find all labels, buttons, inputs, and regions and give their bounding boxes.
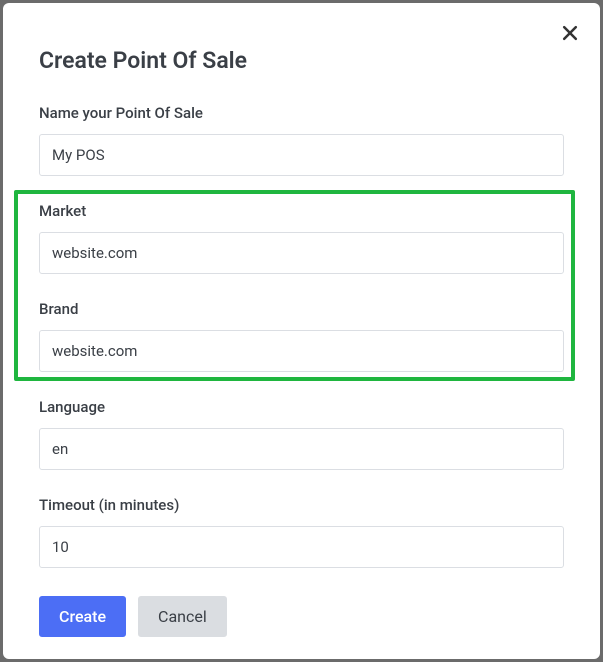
language-input[interactable]	[39, 428, 564, 470]
name-label: Name your Point Of Sale	[39, 104, 564, 122]
timeout-input[interactable]	[39, 526, 564, 568]
form-group-timeout: Timeout (in minutes)	[39, 496, 564, 568]
market-input[interactable]	[39, 232, 564, 274]
brand-input[interactable]	[39, 330, 564, 372]
timeout-label: Timeout (in minutes)	[39, 496, 564, 514]
modal-title: Create Point Of Sale	[39, 47, 564, 74]
form-group-language: Language	[39, 398, 564, 470]
button-row: Create Cancel	[39, 596, 564, 637]
language-label: Language	[39, 398, 564, 416]
form-group-market: Market	[39, 202, 564, 274]
cancel-button[interactable]: Cancel	[138, 596, 227, 637]
name-input[interactable]	[39, 134, 564, 176]
create-button[interactable]: Create	[39, 596, 126, 637]
form-group-name: Name your Point Of Sale	[39, 104, 564, 176]
close-icon	[560, 23, 580, 43]
brand-label: Brand	[39, 300, 564, 318]
form-group-brand: Brand	[39, 300, 564, 372]
create-pos-modal: Create Point Of Sale Name your Point Of …	[3, 3, 600, 659]
close-button[interactable]	[558, 21, 582, 45]
market-label: Market	[39, 202, 564, 220]
